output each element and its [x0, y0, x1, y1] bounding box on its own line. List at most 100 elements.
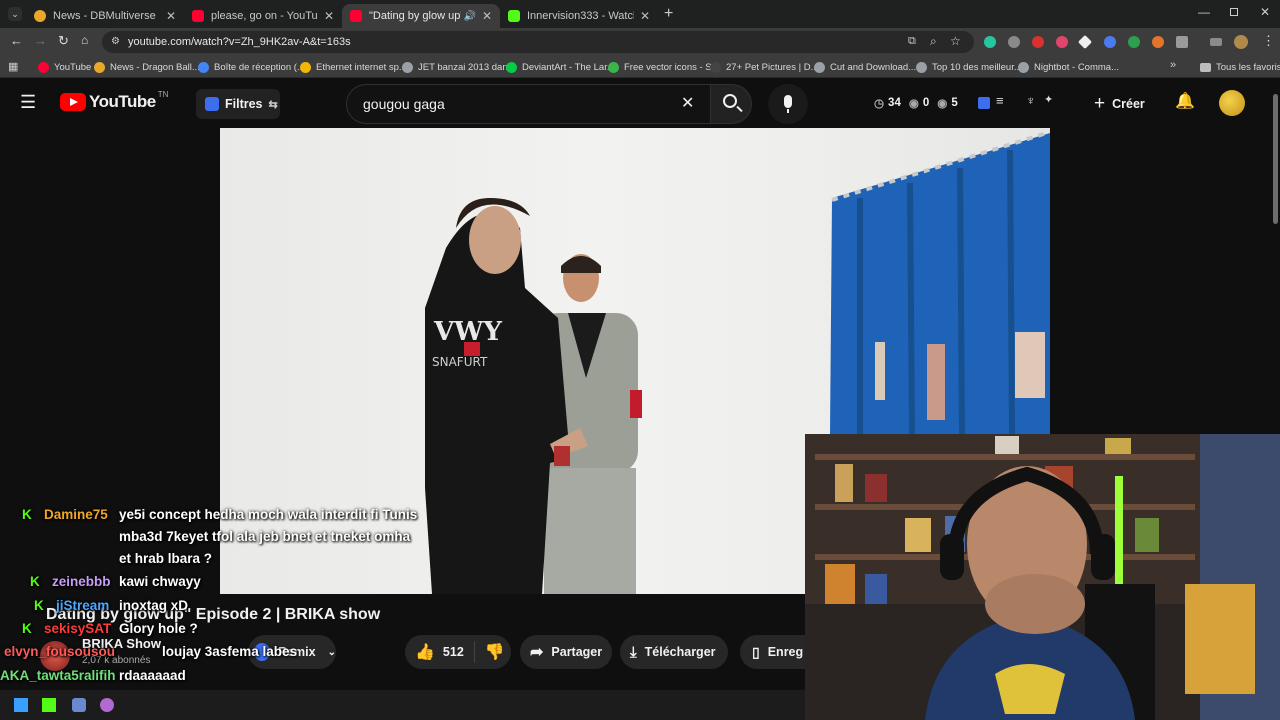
- tab-search-icon[interactable]: ⌄: [8, 7, 22, 21]
- bookmark-item[interactable]: News - Dragon Ball...: [94, 59, 200, 75]
- trophy-icon[interactable]: ♆: [1026, 93, 1036, 108]
- svg-text:SNAFURT: SNAFURT: [432, 355, 488, 369]
- bookmark-item[interactable]: Nightbot - Comma...: [1018, 59, 1119, 75]
- chat-message: et hrab lbara ?: [119, 551, 213, 566]
- apps-grid-icon[interactable]: ▦: [8, 60, 18, 73]
- profile-avatar-icon[interactable]: [1234, 35, 1248, 49]
- bookmark-item[interactable]: 27+ Pet Pictures | D...: [710, 59, 819, 75]
- bookmarks-bar: ▦ YouTube News - Dragon Ball... Boîte de r…: [0, 56, 1280, 78]
- bookmark-star-icon[interactable]: ☆: [950, 34, 961, 48]
- extension-red-icon[interactable]: [1032, 36, 1044, 48]
- browser-tab-strip: ⌄ News - DBMultiverse ✕ please, go on - …: [0, 0, 1280, 28]
- download-button[interactable]: ⤓ Télécharger: [620, 635, 728, 669]
- search-button[interactable]: [710, 84, 752, 124]
- address-bar[interactable]: ⚙ youtube.com/watch?v=Zh_9HK2av-A&t=163s…: [102, 31, 974, 53]
- zoom-icon[interactable]: ⌕: [930, 34, 937, 49]
- chat-message: loujay 3asfema labes: [162, 644, 298, 659]
- bookmark-item[interactable]: JET banzai 2013 dan...: [402, 59, 516, 75]
- bookmark-item[interactable]: Top 10 des meilleur...: [916, 59, 1022, 75]
- dbmultiverse-favicon-icon: [34, 10, 46, 22]
- scrollbar-thumb[interactable]: [1273, 94, 1278, 224]
- thumbs-up-icon: 👍: [415, 644, 435, 661]
- tab-dbmultiverse[interactable]: News - DBMultiverse ✕: [26, 4, 184, 28]
- sparkle-icon[interactable]: ✦: [1044, 93, 1053, 106]
- save-button[interactable]: ▯ Enreg: [740, 635, 805, 669]
- bookmark-item[interactable]: Free vector icons - S...: [608, 59, 720, 75]
- chat-username: zeinebbb: [52, 574, 111, 589]
- close-tab-icon[interactable]: ✕: [640, 9, 650, 23]
- kick-favicon-icon: [508, 10, 520, 22]
- hamburger-menu-icon[interactable]: ☰: [20, 92, 36, 113]
- close-tab-icon[interactable]: ✕: [166, 9, 176, 23]
- extensions-puzzle-icon[interactable]: [1176, 36, 1188, 48]
- filter-sliders-icon: ⇆: [268, 98, 278, 111]
- kick-badge-icon: K: [22, 621, 32, 636]
- menu-kebab-icon[interactable]: ⋮: [1262, 33, 1275, 49]
- home-icon[interactable]: ⌂: [81, 33, 88, 47]
- bookmark-favicon-icon: [198, 61, 209, 73]
- close-tab-icon[interactable]: ✕: [482, 9, 492, 23]
- close-window-icon[interactable]: ✕: [1260, 5, 1270, 19]
- stat-c: 5: [951, 97, 958, 109]
- taskbar-app-icon[interactable]: [100, 698, 114, 712]
- clear-search-icon[interactable]: ✕: [681, 93, 694, 113]
- filters-button[interactable]: Filtres ⇆: [196, 89, 280, 119]
- search-icon: [723, 94, 737, 108]
- extension-orange-icon[interactable]: [1152, 36, 1164, 48]
- bookmark-item[interactable]: Cut and Download...: [814, 59, 916, 75]
- create-button[interactable]: + Créer: [1086, 89, 1152, 119]
- bookmark-favicon-icon: [608, 61, 619, 73]
- minimize-window-icon[interactable]: —: [1198, 5, 1210, 19]
- stats-widget: ◷ 34 ◉ 0 ◉ 5: [874, 96, 958, 110]
- chat-username: Damine75: [44, 507, 108, 522]
- more-bookmarks-icon[interactable]: »: [1170, 59, 1176, 71]
- bookmark-item[interactable]: DeviantArt - The Lar...: [506, 59, 615, 75]
- restore-window-icon[interactable]: [1230, 8, 1238, 16]
- bookmark-item[interactable]: Boîte de réception (...: [198, 59, 305, 75]
- reading-list-icon[interactable]: [1210, 38, 1222, 46]
- like-button[interactable]: 👍 512: [405, 642, 464, 662]
- forward-icon[interactable]: →: [34, 33, 47, 48]
- extension-green-icon[interactable]: [984, 36, 996, 48]
- notifications-bell-icon[interactable]: 🔔: [1175, 91, 1195, 111]
- bookmark-favicon-icon: [402, 61, 413, 73]
- stat-b: 0: [922, 97, 930, 109]
- taskbar-kick-icon[interactable]: [42, 698, 56, 712]
- install-icon[interactable]: ⧉: [908, 35, 916, 48]
- windows-start-icon[interactable]: [14, 698, 28, 712]
- bookmark-label: Ethernet internet sp...: [316, 61, 407, 73]
- extension-blue-icon[interactable]: [978, 97, 990, 109]
- extension-shield-icon[interactable]: [1128, 36, 1140, 48]
- bookmark-item[interactable]: YouTube: [38, 59, 91, 75]
- account-avatar[interactable]: [1219, 90, 1245, 116]
- youtube-logo[interactable]: YouTube TN: [60, 90, 168, 112]
- thumbs-down-icon[interactable]: 👎: [485, 642, 505, 662]
- back-icon[interactable]: ←: [10, 33, 23, 48]
- taskbar-app-icon[interactable]: [72, 698, 86, 712]
- speaker-icon[interactable]: 🔊: [463, 11, 475, 22]
- close-tab-icon[interactable]: ✕: [324, 9, 334, 23]
- eye-icon: ◉: [908, 98, 919, 110]
- new-tab-icon[interactable]: +: [664, 5, 673, 23]
- tab-youtube-please-go-on[interactable]: please, go on - YouTube ✕: [184, 4, 342, 28]
- all-bookmarks-folder[interactable]: Tous les favoris: [1200, 59, 1280, 75]
- chat-username: AKA_tawta5ralifih: [0, 668, 116, 683]
- voice-search-button[interactable]: [768, 84, 808, 124]
- youtube-wordmark: YouTube: [89, 92, 156, 111]
- tab-dating-by-glow-up[interactable]: "Dating by glow up" Episod 🔊 ✕: [342, 4, 500, 28]
- address-url: youtube.com/watch?v=Zh_9HK2av-A&t=163s: [128, 36, 351, 48]
- extension-wave-icon[interactable]: [1104, 36, 1116, 48]
- extension-diamond-icon[interactable]: [1077, 34, 1093, 50]
- bookmark-label: Top 10 des meilleur...: [932, 61, 1022, 73]
- extension-camera-icon[interactable]: [1008, 36, 1020, 48]
- divider: [473, 641, 475, 663]
- site-info-icon[interactable]: ⚙: [111, 36, 120, 47]
- tab-kick-innervision[interactable]: Innervision333 - Watch the VOD ✕: [500, 4, 658, 28]
- reload-icon[interactable]: ↻: [58, 33, 69, 49]
- search-input[interactable]: gougou gaga ✕: [346, 84, 710, 124]
- list-icon[interactable]: ≡: [996, 93, 1004, 108]
- bookmark-item[interactable]: Ethernet internet sp...: [300, 59, 407, 75]
- share-button[interactable]: ➦ Partager: [520, 635, 612, 669]
- extension-pink-icon[interactable]: [1056, 36, 1068, 48]
- chat-message: kawi chwayy: [119, 574, 201, 589]
